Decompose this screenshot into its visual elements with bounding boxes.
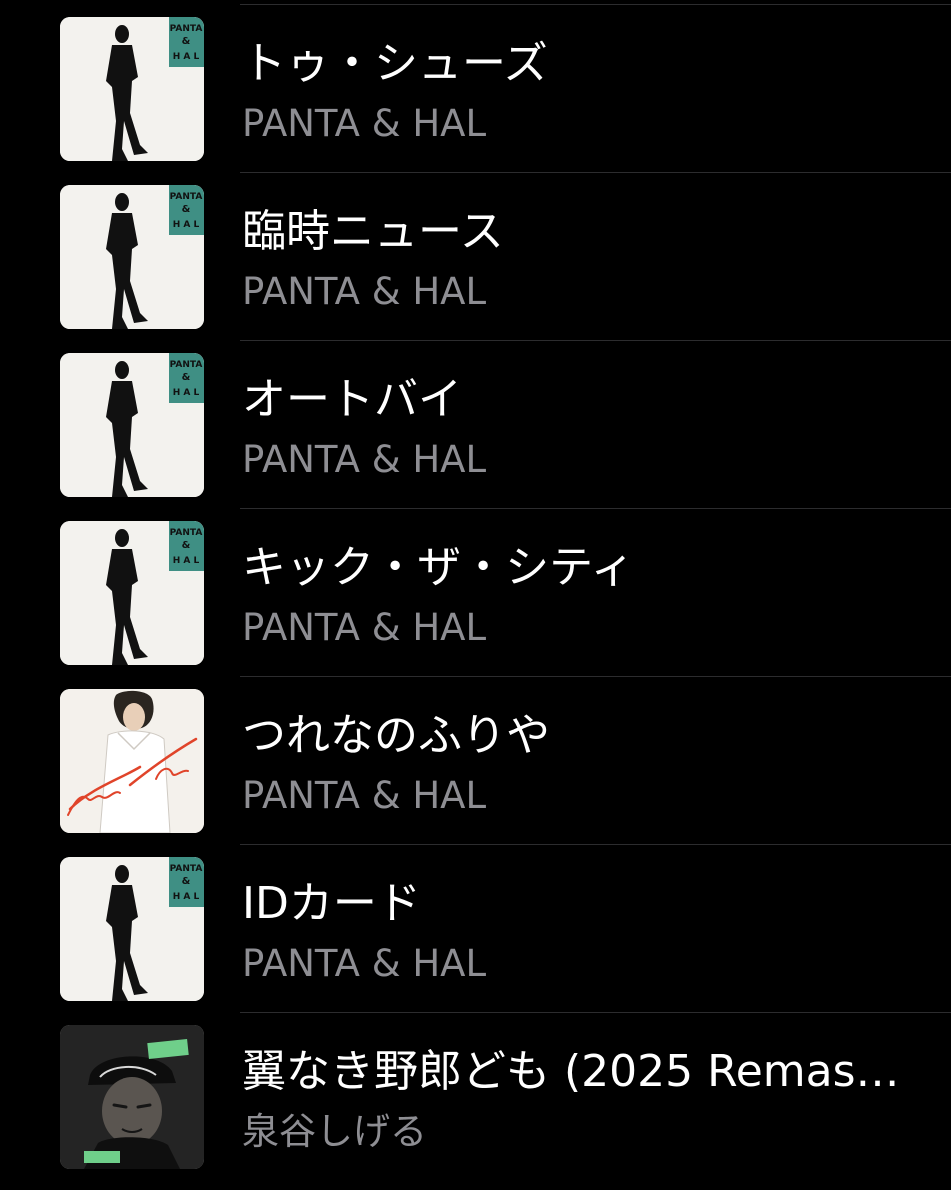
panta-hal-standing-figure-artwork: PANTA & H A L [60, 17, 204, 161]
song-row[interactable]: PANTA & H A L 臨時ニュース PANTA & HAL [0, 172, 951, 340]
song-list: PANTA & H A L トゥ・シューズ PANTA & HAL PANTA … [0, 4, 951, 1180]
song-artist: 泉谷しげる [242, 1110, 427, 1153]
song-title: オートバイ [242, 374, 462, 425]
panta-hal-standing-figure-artwork: PANTA & H A L [60, 521, 204, 665]
svg-text:PANTA: PANTA [170, 864, 203, 874]
panta-hal-standing-figure-artwork: PANTA & H A L [60, 353, 204, 497]
song-artist: PANTA & HAL [242, 606, 487, 649]
svg-text:&: & [182, 540, 191, 551]
song-row[interactable]: PANTA & H A L キック・ザ・シティ PANTA & HAL [0, 508, 951, 676]
song-title: 臨時ニュース [242, 206, 504, 257]
song-row[interactable]: つれなのふりや PANTA & HAL [0, 676, 951, 844]
song-artist: PANTA & HAL [242, 270, 487, 313]
izumiya-cap-portrait-artwork [60, 1025, 204, 1169]
svg-text:PANTA: PANTA [170, 528, 203, 538]
svg-text:PANTA: PANTA [170, 192, 203, 202]
svg-text:H A L: H A L [173, 220, 200, 230]
svg-text:PANTA: PANTA [170, 360, 203, 370]
svg-text:H A L: H A L [173, 388, 200, 398]
album-artwork: PANTA & H A L [60, 353, 204, 497]
svg-text:H A L: H A L [173, 52, 200, 62]
song-row[interactable]: PANTA & H A L トゥ・シューズ PANTA & HAL [0, 4, 951, 172]
song-title: トゥ・シューズ [242, 38, 548, 89]
song-artist: PANTA & HAL [242, 438, 487, 481]
song-artist: PANTA & HAL [242, 774, 487, 817]
song-title: キック・ザ・シティ [242, 542, 635, 593]
panta-hal-signature-artwork [60, 689, 204, 833]
svg-text:PANTA: PANTA [170, 24, 203, 34]
album-artwork [60, 1025, 204, 1169]
album-artwork: PANTA & H A L [60, 857, 204, 1001]
svg-text:H A L: H A L [173, 892, 200, 902]
panta-hal-standing-figure-artwork: PANTA & H A L [60, 857, 204, 1001]
song-artist: PANTA & HAL [242, 102, 487, 145]
album-artwork [60, 689, 204, 833]
svg-text:&: & [182, 36, 191, 47]
song-artist: PANTA & HAL [242, 942, 487, 985]
song-title: つれなのふりや [242, 710, 550, 761]
album-artwork: PANTA & H A L [60, 185, 204, 329]
song-row[interactable]: PANTA & H A L オートバイ PANTA & HAL [0, 340, 951, 508]
album-artwork: PANTA & H A L [60, 17, 204, 161]
album-artwork: PANTA & H A L [60, 521, 204, 665]
song-row[interactable]: PANTA & H A L IDカード PANTA & HAL [0, 844, 951, 1012]
svg-text:&: & [182, 876, 191, 887]
panta-hal-standing-figure-artwork: PANTA & H A L [60, 185, 204, 329]
svg-text:&: & [182, 204, 191, 215]
song-title: IDカード [242, 878, 421, 929]
svg-text:&: & [182, 372, 191, 383]
song-title: 翼なき野郎ども (2025 Remast... [242, 1046, 910, 1097]
song-row[interactable]: 翼なき野郎ども (2025 Remast... 泉谷しげる [0, 1012, 951, 1180]
svg-text:H A L: H A L [173, 556, 200, 566]
